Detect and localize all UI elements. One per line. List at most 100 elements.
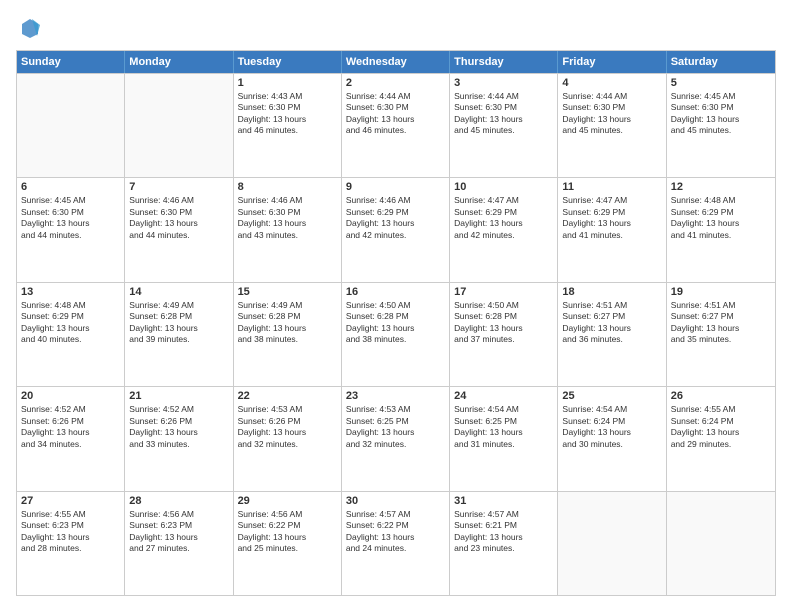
cell-line: and 24 minutes. xyxy=(346,543,445,554)
cell-line: Daylight: 13 hours xyxy=(346,323,445,334)
day-number: 14 xyxy=(129,286,228,298)
day-number: 31 xyxy=(454,495,553,507)
calendar-cell-17: 17Sunrise: 4:50 AMSunset: 6:28 PMDayligh… xyxy=(450,283,558,386)
cell-line: and 25 minutes. xyxy=(238,543,337,554)
cell-line: Sunrise: 4:47 AM xyxy=(454,195,553,206)
day-number: 3 xyxy=(454,77,553,89)
cell-line: Sunset: 6:28 PM xyxy=(454,311,553,322)
calendar-cell-21: 21Sunrise: 4:52 AMSunset: 6:26 PMDayligh… xyxy=(125,387,233,490)
calendar-cell-empty-0-1 xyxy=(125,74,233,177)
cell-line: Sunrise: 4:48 AM xyxy=(21,300,120,311)
calendar-cell-empty-0-0 xyxy=(17,74,125,177)
cell-line: and 44 minutes. xyxy=(129,230,228,241)
header-cell-monday: Monday xyxy=(125,51,233,73)
cell-line: Sunrise: 4:44 AM xyxy=(562,91,661,102)
cell-line: and 38 minutes. xyxy=(346,334,445,345)
cell-line: Daylight: 13 hours xyxy=(129,532,228,543)
cell-line: Daylight: 13 hours xyxy=(562,218,661,229)
calendar: SundayMondayTuesdayWednesdayThursdayFrid… xyxy=(16,50,776,596)
cell-line: Daylight: 13 hours xyxy=(671,323,771,334)
cell-line: Sunset: 6:29 PM xyxy=(21,311,120,322)
cell-line: Daylight: 13 hours xyxy=(562,114,661,125)
cell-line: Sunrise: 4:45 AM xyxy=(21,195,120,206)
calendar-row-2: 13Sunrise: 4:48 AMSunset: 6:29 PMDayligh… xyxy=(17,282,775,386)
cell-line: Sunrise: 4:51 AM xyxy=(671,300,771,311)
day-number: 25 xyxy=(562,390,661,402)
cell-line: Daylight: 13 hours xyxy=(346,427,445,438)
cell-line: Sunrise: 4:56 AM xyxy=(129,509,228,520)
cell-line: Sunrise: 4:46 AM xyxy=(129,195,228,206)
cell-line: Sunset: 6:21 PM xyxy=(454,520,553,531)
cell-line: and 46 minutes. xyxy=(238,125,337,136)
calendar-cell-20: 20Sunrise: 4:52 AMSunset: 6:26 PMDayligh… xyxy=(17,387,125,490)
cell-line: and 32 minutes. xyxy=(238,439,337,450)
cell-line: Daylight: 13 hours xyxy=(671,114,771,125)
calendar-cell-9: 9Sunrise: 4:46 AMSunset: 6:29 PMDaylight… xyxy=(342,178,450,281)
cell-line: and 29 minutes. xyxy=(671,439,771,450)
day-number: 23 xyxy=(346,390,445,402)
cell-line: and 40 minutes. xyxy=(21,334,120,345)
cell-line: Sunrise: 4:46 AM xyxy=(238,195,337,206)
day-number: 10 xyxy=(454,181,553,193)
cell-line: Sunset: 6:28 PM xyxy=(346,311,445,322)
calendar-cell-3: 3Sunrise: 4:44 AMSunset: 6:30 PMDaylight… xyxy=(450,74,558,177)
cell-line: Daylight: 13 hours xyxy=(129,323,228,334)
cell-line: Sunrise: 4:53 AM xyxy=(238,404,337,415)
cell-line: Sunrise: 4:54 AM xyxy=(454,404,553,415)
cell-line: Sunset: 6:26 PM xyxy=(238,416,337,427)
cell-line: Sunrise: 4:55 AM xyxy=(21,509,120,520)
cell-line: Sunset: 6:25 PM xyxy=(454,416,553,427)
cell-line: and 45 minutes. xyxy=(454,125,553,136)
calendar-row-4: 27Sunrise: 4:55 AMSunset: 6:23 PMDayligh… xyxy=(17,491,775,595)
cell-line: Sunrise: 4:50 AM xyxy=(346,300,445,311)
day-number: 11 xyxy=(562,181,661,193)
cell-line: Sunset: 6:25 PM xyxy=(346,416,445,427)
cell-line: Daylight: 13 hours xyxy=(671,427,771,438)
cell-line: Sunset: 6:24 PM xyxy=(562,416,661,427)
calendar-cell-5: 5Sunrise: 4:45 AMSunset: 6:30 PMDaylight… xyxy=(667,74,775,177)
cell-line: and 32 minutes. xyxy=(346,439,445,450)
calendar-cell-11: 11Sunrise: 4:47 AMSunset: 6:29 PMDayligh… xyxy=(558,178,666,281)
cell-line: Sunrise: 4:46 AM xyxy=(346,195,445,206)
header-cell-sunday: Sunday xyxy=(17,51,125,73)
calendar-cell-4: 4Sunrise: 4:44 AMSunset: 6:30 PMDaylight… xyxy=(558,74,666,177)
day-number: 2 xyxy=(346,77,445,89)
day-number: 19 xyxy=(671,286,771,298)
cell-line: Daylight: 13 hours xyxy=(238,218,337,229)
cell-line: Daylight: 13 hours xyxy=(671,218,771,229)
day-number: 8 xyxy=(238,181,337,193)
calendar-cell-30: 30Sunrise: 4:57 AMSunset: 6:22 PMDayligh… xyxy=(342,492,450,595)
header-cell-tuesday: Tuesday xyxy=(234,51,342,73)
cell-line: Daylight: 13 hours xyxy=(346,114,445,125)
calendar-cell-empty-4-6 xyxy=(667,492,775,595)
calendar-cell-10: 10Sunrise: 4:47 AMSunset: 6:29 PMDayligh… xyxy=(450,178,558,281)
cell-line: Daylight: 13 hours xyxy=(21,532,120,543)
cell-line: Daylight: 13 hours xyxy=(129,218,228,229)
cell-line: Daylight: 13 hours xyxy=(346,532,445,543)
day-number: 18 xyxy=(562,286,661,298)
day-number: 26 xyxy=(671,390,771,402)
cell-line: Daylight: 13 hours xyxy=(454,114,553,125)
cell-line: Sunset: 6:30 PM xyxy=(562,102,661,113)
cell-line: Daylight: 13 hours xyxy=(454,218,553,229)
cell-line: Sunrise: 4:54 AM xyxy=(562,404,661,415)
cell-line: Sunrise: 4:48 AM xyxy=(671,195,771,206)
cell-line: and 39 minutes. xyxy=(129,334,228,345)
calendar-cell-empty-4-5 xyxy=(558,492,666,595)
cell-line: Sunrise: 4:55 AM xyxy=(671,404,771,415)
cell-line: and 42 minutes. xyxy=(346,230,445,241)
cell-line: Sunset: 6:29 PM xyxy=(346,207,445,218)
day-number: 12 xyxy=(671,181,771,193)
cell-line: Daylight: 13 hours xyxy=(21,218,120,229)
calendar-cell-15: 15Sunrise: 4:49 AMSunset: 6:28 PMDayligh… xyxy=(234,283,342,386)
cell-line: Daylight: 13 hours xyxy=(238,114,337,125)
cell-line: Sunset: 6:27 PM xyxy=(671,311,771,322)
day-number: 29 xyxy=(238,495,337,507)
cell-line: Sunset: 6:30 PM xyxy=(238,102,337,113)
day-number: 28 xyxy=(129,495,228,507)
cell-line: Daylight: 13 hours xyxy=(454,427,553,438)
header-cell-friday: Friday xyxy=(558,51,666,73)
cell-line: Sunrise: 4:53 AM xyxy=(346,404,445,415)
calendar-cell-29: 29Sunrise: 4:56 AMSunset: 6:22 PMDayligh… xyxy=(234,492,342,595)
day-number: 9 xyxy=(346,181,445,193)
